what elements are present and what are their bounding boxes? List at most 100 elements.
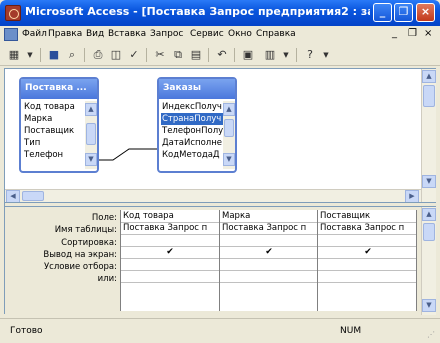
paste-icon[interactable]: ▤ [188, 47, 204, 63]
field-item[interactable]: Код товара [23, 101, 75, 113]
scroll-up-icon[interactable]: ▲ [422, 208, 436, 221]
grid-criteria-cell[interactable] [220, 258, 317, 270]
undo-icon[interactable]: ↶ [214, 47, 230, 63]
field-item[interactable]: Телефон [23, 149, 75, 161]
resize-grip-icon[interactable]: ⋰ [427, 330, 437, 340]
menu-file[interactable]: Файл [22, 29, 47, 39]
menu-query[interactable]: Запрос [150, 29, 183, 39]
minimize-button[interactable]: _ [373, 3, 392, 22]
design-grid: Код товара Поставка Запрос п ✔ Марка Пос… [120, 210, 417, 311]
menu-tools[interactable]: Сервис [190, 29, 224, 39]
menu-bar: Файл Правка Вид Вставка Запрос Сервис Ок… [0, 26, 440, 44]
spelling-icon[interactable]: ✓ [126, 47, 142, 63]
mdi-close-button[interactable]: × [424, 28, 432, 39]
field-item[interactable]: ИндексПолуч [161, 101, 223, 113]
status-bar: Готово NUM ⋰ [0, 318, 440, 343]
design-grid-pane: Поле: Имя таблицы: Сортировка: Вывод на … [5, 207, 436, 315]
field-item[interactable]: Марка [23, 113, 75, 125]
help-icon[interactable]: ? [302, 47, 318, 63]
save-icon[interactable]: ■ [46, 47, 62, 63]
row-label-table: Имя таблицы: [54, 225, 117, 235]
row-label-sort: Сортировка: [61, 238, 117, 248]
mdi-restore-button[interactable]: ❐ [408, 28, 417, 39]
scroll-down-icon[interactable]: ▼ [422, 175, 436, 188]
grid-field-cell[interactable]: Поставщик [318, 210, 416, 222]
grid-or-cell[interactable] [220, 270, 317, 282]
show-checkbox-checked-icon[interactable]: ✔ [264, 247, 274, 257]
scroll-down-icon[interactable]: ▼ [85, 153, 97, 166]
run-query-icon[interactable]: ▥ [262, 47, 278, 63]
print-icon[interactable]: ⎙ [90, 47, 106, 63]
field-item[interactable]: Тип [23, 137, 75, 149]
grid-field-cell[interactable]: Код товара [121, 210, 219, 222]
row-label-or: или: [97, 274, 117, 284]
cut-icon[interactable]: ✂ [152, 47, 168, 63]
scroll-up-icon[interactable]: ▲ [223, 103, 235, 116]
maximize-button[interactable]: ❐ [394, 3, 413, 22]
title-bar[interactable]: Microsoft Access - [Поставка Запрос пред… [0, 0, 440, 26]
menu-help[interactable]: Справка [256, 29, 296, 39]
table-box-zakazy[interactable]: Заказы ИндексПолуч СтранаПолуч ТелефонПо… [157, 77, 237, 173]
query-doc-icon[interactable] [4, 28, 18, 41]
mdi-minimize-button[interactable]: _ [392, 28, 397, 39]
grid-field-cell[interactable]: Марка [220, 210, 317, 222]
scroll-down-icon[interactable]: ▼ [422, 299, 436, 312]
print-preview-icon[interactable]: ◫ [108, 47, 124, 63]
search-file-icon[interactable]: ⌕ [64, 47, 80, 63]
scroll-down-icon[interactable]: ▼ [223, 153, 235, 166]
field-list-scrollbar[interactable]: ▲ ▼ [85, 101, 97, 169]
scroll-thumb[interactable] [224, 119, 234, 137]
show-checkbox-checked-icon[interactable]: ✔ [165, 247, 175, 257]
copy-icon[interactable]: ⧉ [170, 47, 186, 63]
menu-insert[interactable]: Вставка [108, 29, 146, 39]
row-label-criteria: Условие отбора: [43, 262, 117, 272]
menu-window[interactable]: Окно [228, 29, 252, 39]
field-list: ИндексПолуч СтранаПолуч ТелефонПолу Дата… [161, 101, 224, 161]
field-list: Код товара Марка Поставщик Тип Телефон [23, 101, 75, 161]
field-item[interactable]: ДатаИсполне [161, 137, 223, 149]
tables-vertical-scrollbar[interactable]: ▲ ▼ [421, 69, 436, 202]
help-dropdown-icon[interactable]: ▼ [318, 47, 334, 63]
table-title[interactable]: Заказы [159, 79, 235, 99]
scroll-thumb[interactable] [423, 85, 435, 107]
grid-or-cell[interactable] [121, 270, 219, 282]
query-type-dropdown-icon[interactable]: ▼ [278, 47, 294, 63]
query-type-icon[interactable]: ▣ [240, 47, 256, 63]
toolbar: ▦ ▼ ■ ⌕ ⎙ ◫ ✓ ✂ ⧉ ▤ ↶ ▣ ▥ ▼ ? ▼ [0, 44, 440, 66]
row-label-show: Вывод на экран: [43, 250, 117, 260]
grid-sort-cell[interactable] [220, 234, 317, 246]
field-item-selected[interactable]: СтранаПолуч [161, 113, 224, 125]
grid-sort-cell[interactable] [121, 234, 219, 246]
access-app-icon[interactable] [5, 5, 21, 21]
table-box-postavka[interactable]: Поставка ... Код товара Марка Поставщик … [19, 77, 99, 173]
scroll-thumb[interactable] [86, 123, 96, 145]
field-item[interactable]: ТелефонПолу [161, 125, 223, 137]
grid-table-cell[interactable]: Поставка Запрос п [318, 222, 416, 234]
grid-criteria-cell[interactable] [121, 258, 219, 270]
tables-horizontal-scrollbar[interactable]: ◀ ▶ [5, 189, 421, 203]
num-lock-indicator: NUM [340, 326, 362, 336]
grid-vertical-scrollbar[interactable]: ▲ ▼ [421, 207, 436, 315]
scroll-thumb[interactable] [22, 191, 44, 201]
row-label-field: Поле: [91, 213, 117, 223]
scroll-up-icon[interactable]: ▲ [85, 103, 97, 116]
scroll-thumb[interactable] [423, 223, 435, 241]
menu-view[interactable]: Вид [86, 29, 104, 39]
grid-table-cell[interactable]: Поставка Запрос п [121, 222, 219, 234]
field-item[interactable]: Поставщик [23, 125, 75, 137]
view-dropdown-icon[interactable]: ▼ [22, 47, 38, 63]
query-design-window: Поставка ... Код товара Марка Поставщик … [4, 68, 436, 315]
field-item[interactable]: КодМетодаД [161, 149, 223, 161]
close-button[interactable]: × [416, 3, 435, 22]
grid-criteria-cell[interactable] [318, 258, 416, 270]
grid-or-cell[interactable] [318, 270, 416, 282]
menu-edit[interactable]: Правка [48, 29, 82, 39]
field-list-scrollbar[interactable]: ▲ ▼ [223, 101, 235, 169]
show-checkbox-checked-icon[interactable]: ✔ [363, 247, 373, 257]
grid-table-cell[interactable]: Поставка Запрос п [220, 222, 317, 234]
table-title[interactable]: Поставка ... [21, 79, 97, 99]
grid-sort-cell[interactable] [318, 234, 416, 246]
tables-pane[interactable]: Поставка ... Код товара Марка Поставщик … [5, 69, 421, 189]
scroll-up-icon[interactable]: ▲ [422, 70, 436, 83]
view-grid-icon[interactable]: ▦ [6, 47, 22, 63]
